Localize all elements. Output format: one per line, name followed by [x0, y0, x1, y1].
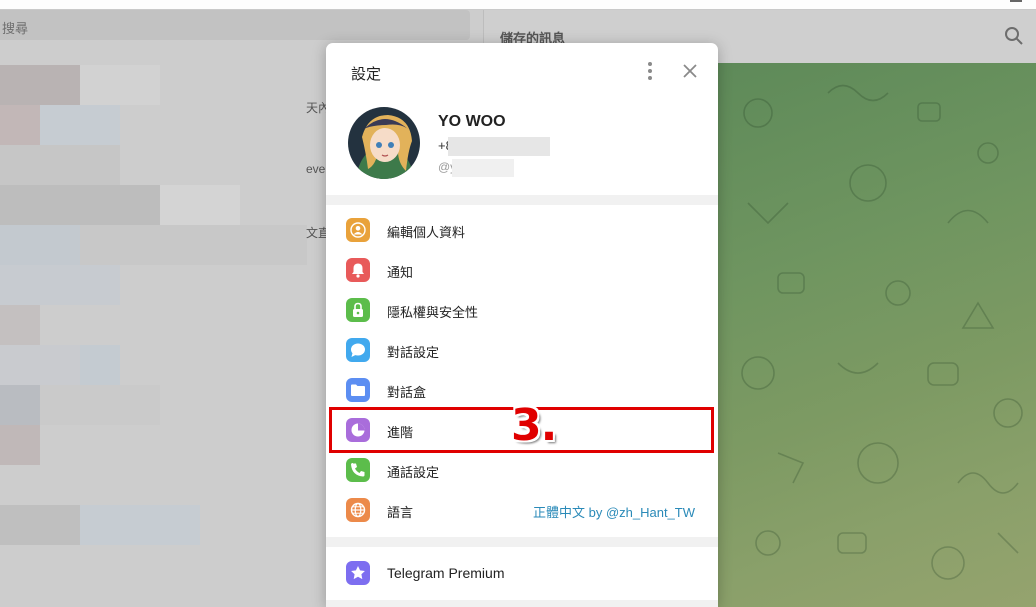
search-input-placeholder[interactable]: 搜尋	[2, 18, 28, 37]
bell-icon	[346, 258, 370, 282]
settings-item-label: 語言	[387, 505, 414, 520]
settings-item-call-settings[interactable]: 通話設定	[326, 450, 718, 490]
settings-item-privacy[interactable]: 隱私權與安全性	[326, 290, 718, 330]
window-control[interactable]	[1010, 0, 1022, 2]
settings-dialog: 設定 YO WOO +8 @y 編輯個人資料 通知 隱私權與安全性 對話設定 對…	[326, 43, 718, 607]
redacted-phone-block	[448, 137, 550, 156]
dialog-title: 設定	[351, 66, 382, 83]
star-icon	[346, 561, 370, 585]
person-icon	[346, 218, 370, 242]
settings-item-telegram-premium[interactable]: Telegram Premium	[326, 553, 718, 593]
lock-icon	[346, 298, 370, 322]
window-top-strip	[0, 0, 1036, 10]
settings-item-label: 編輯個人資料	[387, 225, 466, 240]
settings-item-label: 隱私權與安全性	[387, 305, 479, 320]
settings-item-label: 通話設定	[387, 465, 440, 480]
chat-background	[718, 63, 1036, 607]
search-icon[interactable]	[1004, 26, 1024, 46]
globe-icon	[346, 498, 370, 522]
settings-item-edit-profile[interactable]: 編輯個人資料	[326, 210, 718, 250]
avatar[interactable]	[348, 107, 420, 179]
section-divider	[326, 537, 718, 547]
settings-item-label: 通知	[387, 265, 414, 280]
section-divider	[326, 600, 718, 607]
chat-preview-fragment: eve	[306, 162, 326, 176]
search-bar[interactable]	[0, 10, 470, 40]
settings-item-chat-settings[interactable]: 對話設定	[326, 330, 718, 370]
language-value: 正體中文 by @zh_Hant_TW	[532, 505, 695, 520]
phone-icon	[346, 458, 370, 482]
settings-item-label: 對話盒	[387, 385, 427, 400]
settings-item-language[interactable]: 語言 正體中文 by @zh_Hant_TW	[326, 490, 718, 530]
settings-item-label: 對話設定	[387, 345, 440, 360]
more-options-icon[interactable]	[644, 62, 656, 80]
settings-item-label: Telegram Premium	[387, 565, 505, 581]
folder-icon	[346, 378, 370, 402]
redacted-username-block	[452, 159, 514, 177]
close-icon[interactable]	[680, 61, 700, 81]
step-label: 3.	[511, 400, 557, 451]
profile-name: YO WOO	[438, 113, 506, 130]
chat-bubble-icon	[346, 338, 370, 362]
section-divider	[326, 195, 718, 205]
settings-item-notifications[interactable]: 通知	[326, 250, 718, 290]
